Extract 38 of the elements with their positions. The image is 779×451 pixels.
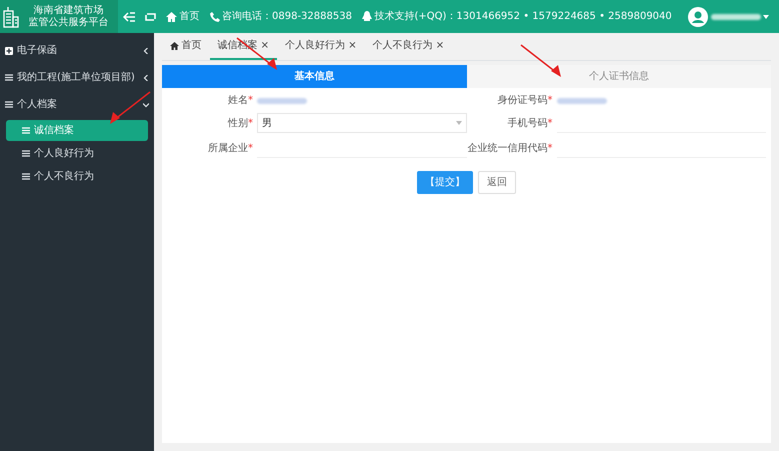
chevron-left-icon — [143, 48, 149, 54]
back-button[interactable]: 返回 — [478, 170, 516, 194]
caret-icon — [763, 14, 769, 18]
user-avatar-icon — [688, 6, 708, 26]
caret-icon — [456, 121, 462, 125]
collapse-menu-icon — [123, 12, 135, 22]
support-text: 技术支持(+QQ)：1301466952 • 1579224685 • 2589809040 — [374, 10, 672, 24]
field-label: 企业统一信用代码* — [466, 142, 554, 156]
field-label: 姓名* — [227, 94, 254, 108]
sidebar-item[interactable]: 我的工程(施工单位项目部) — [0, 64, 154, 91]
menu-icon — [22, 127, 30, 134]
home-icon — [170, 42, 179, 50]
menu-icon — [5, 74, 13, 81]
field-label: 身份证号码* — [496, 94, 554, 108]
logo-text: 海南省建筑市场 — [32, 4, 104, 16]
sidebar-item[interactable]: 电子保函 — [0, 37, 154, 64]
menu-icon — [22, 173, 30, 180]
chevron-down-icon — [143, 102, 149, 108]
sidebar-item[interactable]: 个人档案 — [0, 91, 154, 118]
chevron-left-icon — [143, 74, 149, 80]
page-tab[interactable]: 个人不良行为 × — [364, 33, 452, 60]
gender-select[interactable]: 男 — [257, 113, 466, 133]
field-label: 手机号码* — [506, 116, 554, 130]
home-tab[interactable]: 首页 — [162, 33, 210, 60]
field-label: 性别* — [226, 116, 254, 130]
menu-icon — [22, 150, 30, 157]
sidebar-subitem[interactable]: 个人良好行为 — [6, 143, 148, 164]
building-icon — [2, 6, 18, 28]
plus-square-icon — [5, 46, 13, 54]
form-tab[interactable]: 基本信息 — [162, 65, 466, 88]
page-tab[interactable]: 个人良好行为 × — [277, 33, 365, 60]
logo-text: 监管公共服务平台 — [27, 16, 110, 28]
home-icon — [166, 12, 177, 22]
menu-icon — [5, 101, 13, 108]
hotline-text: 咨询电话：0898-32888538 — [222, 10, 352, 24]
phone-icon — [210, 12, 220, 22]
field-label: 所属企业* — [207, 142, 254, 156]
sidebar-subitem[interactable]: 个人不良行为 — [6, 166, 148, 187]
